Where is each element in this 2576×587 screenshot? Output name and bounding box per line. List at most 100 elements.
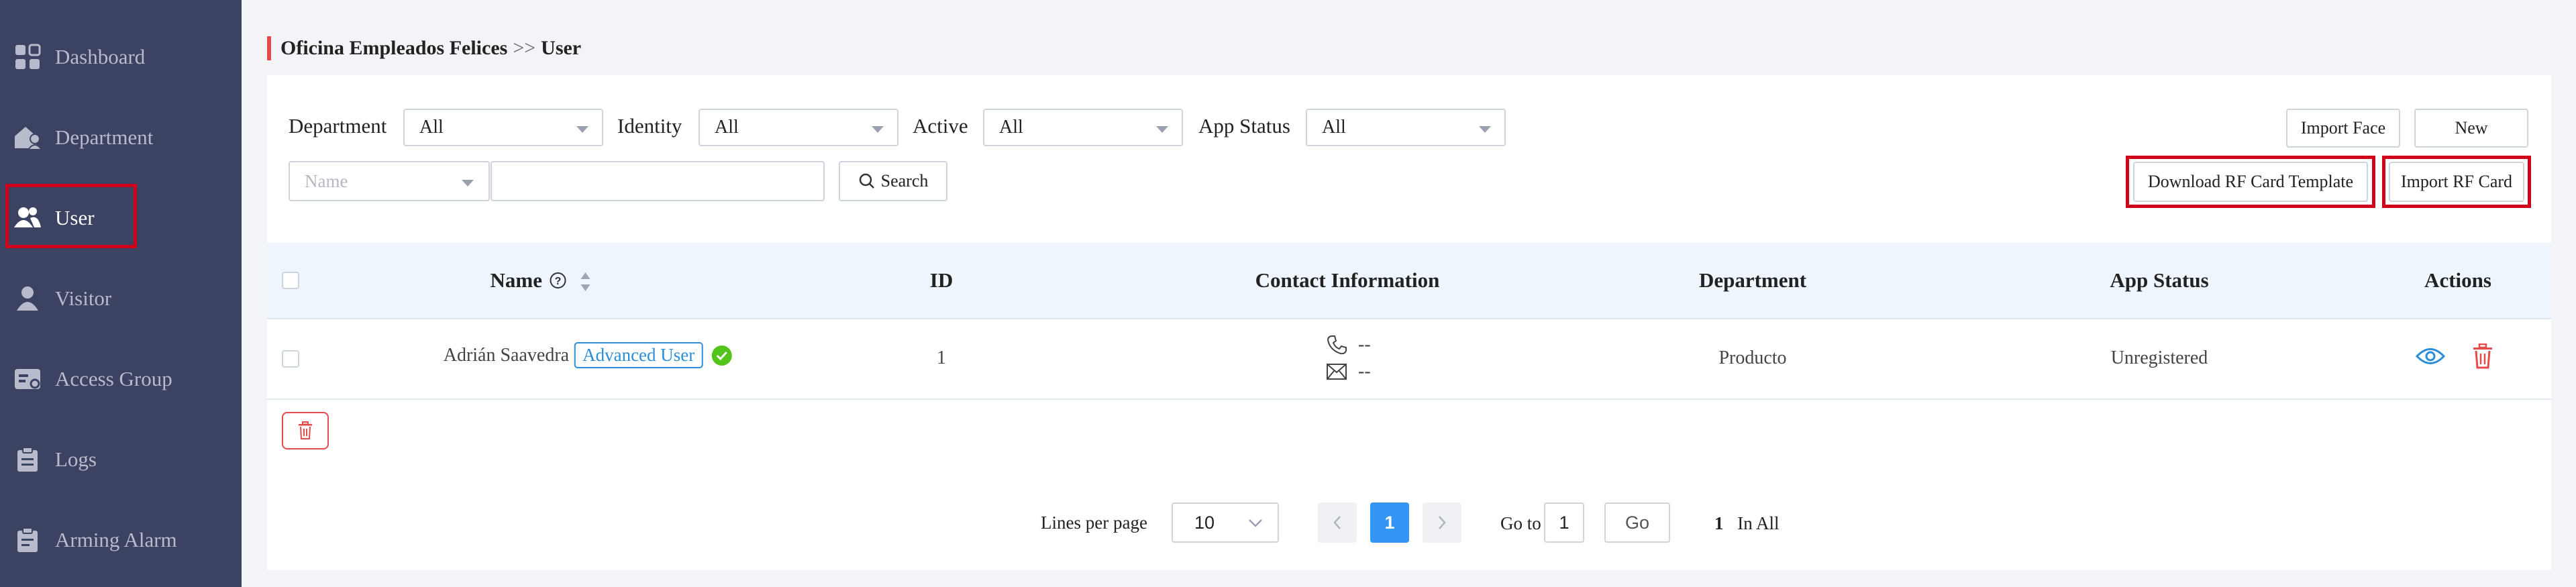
goto-input[interactable]: 1 — [1544, 502, 1584, 543]
identity-filter-label: Identity — [617, 114, 682, 138]
verified-check-icon — [711, 345, 732, 366]
identity-select-value: All — [715, 117, 739, 138]
column-id: ID — [929, 268, 954, 292]
app-status-filter-label: App Status — [1198, 114, 1290, 138]
total-label: In All — [1737, 513, 1780, 533]
chevron-down-icon — [872, 126, 884, 133]
user-department: Producto — [1718, 348, 1787, 368]
import-face-label: Import Face — [2300, 118, 2386, 138]
total-count: 1 In All — [1714, 513, 1780, 534]
user-app-status: Unregistered — [2110, 348, 2208, 368]
sidebar: Dashboard Department User Visitor Access… — [0, 0, 242, 587]
chevron-down-icon — [1156, 126, 1168, 133]
column-name-label: Name — [490, 268, 542, 292]
role-badge: Advanced User — [574, 342, 703, 368]
search-icon — [859, 173, 874, 189]
sidebar-item-label: Access Group — [55, 367, 172, 390]
main-panel: Department All Identity All Active All A… — [267, 75, 2551, 570]
sidebar-item-label: Arming Alarm — [55, 528, 177, 551]
sidebar-item-department[interactable]: Department — [0, 105, 242, 170]
search-button-label: Search — [880, 171, 929, 191]
chevron-down-icon — [462, 180, 474, 186]
department-select-value: All — [419, 117, 444, 138]
download-rf-card-template-button[interactable]: Download RF Card Template — [2133, 162, 2368, 202]
email-icon — [1327, 364, 1347, 380]
select-all-checkbox[interactable] — [282, 272, 299, 289]
user-name: Adrián Saavedra — [443, 344, 570, 366]
next-page-button[interactable] — [1423, 502, 1461, 543]
delete-trash-icon[interactable] — [2472, 343, 2493, 369]
visitor-icon — [12, 283, 43, 314]
go-button-label: Go — [1625, 512, 1650, 533]
current-page-number: 1 — [1384, 512, 1395, 533]
import-face-button[interactable]: Import Face — [2286, 109, 2400, 148]
logs-icon — [12, 444, 43, 475]
dashboard-icon — [12, 42, 43, 72]
access-group-icon — [12, 364, 43, 394]
new-button[interactable]: New — [2414, 109, 2528, 148]
help-icon[interactable]: ? — [549, 271, 568, 290]
identity-select[interactable]: All — [699, 109, 898, 146]
search-button[interactable]: Search — [839, 161, 947, 201]
goto-label: Go to — [1500, 513, 1541, 533]
sidebar-item-dashboard[interactable]: Dashboard — [0, 25, 242, 89]
sidebar-item-arming-alarm[interactable]: Arming Alarm — [0, 508, 242, 572]
lines-per-page-select[interactable]: 10 — [1172, 502, 1279, 543]
import-rf-card-button[interactable]: Import RF Card — [2389, 162, 2524, 202]
prev-page-button[interactable] — [1318, 502, 1357, 543]
search-field-select[interactable]: Name — [289, 161, 490, 201]
chevron-down-icon — [1479, 126, 1491, 133]
total-number: 1 — [1714, 513, 1724, 533]
breadcrumb-accent — [267, 36, 271, 60]
search-input[interactable] — [491, 161, 825, 201]
active-select[interactable]: All — [983, 109, 1183, 146]
svg-text:?: ? — [555, 276, 562, 287]
goto-input-value: 1 — [1559, 512, 1569, 533]
email-value: -- — [1358, 361, 1371, 382]
active-filter-label: Active — [913, 114, 968, 138]
go-button[interactable]: Go — [1604, 502, 1670, 543]
column-actions: Actions — [2424, 268, 2491, 292]
import-rf-card-label: Import RF Card — [2400, 172, 2513, 191]
sort-icon[interactable] — [579, 271, 591, 292]
app-status-select-value: All — [1322, 117, 1346, 138]
table-header: Name ? ID Contact Information Department… — [267, 243, 2551, 319]
table-row: Adrián Saavedra Advanced User 1 -- -- Pr… — [267, 318, 2551, 400]
chevron-down-icon — [576, 126, 588, 133]
sidebar-item-label: Dashboard — [55, 45, 146, 68]
sidebar-item-visitor[interactable]: Visitor — [0, 266, 242, 331]
column-app-status: App Status — [2110, 268, 2209, 292]
page-1-button[interactable]: 1 — [1370, 502, 1409, 543]
user-highlight-box — [5, 184, 137, 248]
row-checkbox[interactable] — [282, 350, 299, 368]
sidebar-item-label: Department — [55, 125, 154, 149]
department-select[interactable]: All — [403, 109, 603, 146]
new-label: New — [2455, 118, 2488, 138]
arming-alarm-icon — [12, 525, 43, 555]
phone-value: -- — [1358, 334, 1371, 355]
chevron-left-icon — [1333, 516, 1341, 529]
search-field-placeholder: Name — [305, 170, 348, 191]
column-department: Department — [1698, 268, 1807, 292]
lines-per-page-value: 10 — [1194, 512, 1215, 533]
sidebar-item-logs[interactable]: Logs — [0, 427, 242, 492]
lines-per-page-label: Lines per page — [1041, 513, 1147, 533]
department-filter-label: Department — [289, 114, 387, 138]
app-status-select[interactable]: All — [1306, 109, 1506, 146]
breadcrumb-parent[interactable]: Oficina Empleados Felices — [280, 37, 507, 60]
sidebar-item-label: Logs — [55, 447, 97, 471]
download-rf-card-template-label: Download RF Card Template — [2147, 172, 2354, 191]
user-name-cell: Adrián Saavedra Advanced User — [444, 342, 733, 368]
trash-icon — [299, 421, 312, 439]
chevron-down-icon — [1249, 519, 1262, 527]
sidebar-item-access-group[interactable]: Access Group — [0, 347, 242, 411]
user-id: 1 — [937, 348, 946, 368]
view-eye-icon[interactable] — [2416, 346, 2445, 366]
breadcrumb-current: User — [541, 37, 582, 59]
breadcrumb-separator: >> — [513, 37, 536, 59]
chevron-right-icon — [1439, 516, 1446, 529]
bulk-delete-button[interactable] — [282, 412, 329, 449]
column-name[interactable]: Name ? — [491, 268, 592, 292]
phone-icon — [1327, 335, 1347, 355]
contact-info-cell: -- -- — [1326, 331, 1371, 385]
